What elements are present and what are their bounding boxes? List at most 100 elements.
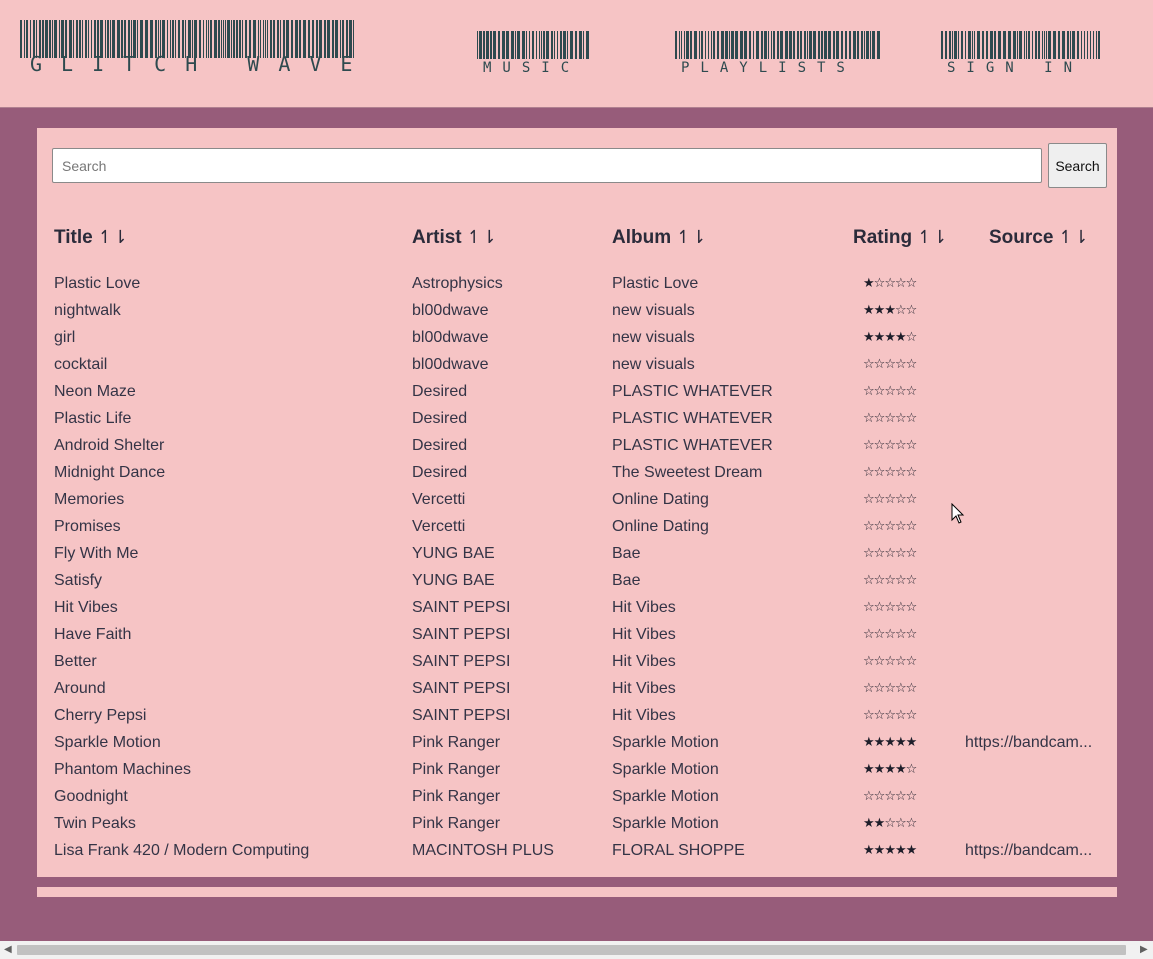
horizontal-scrollbar[interactable]: ◀ ▶: [0, 941, 1153, 959]
star-empty-icon[interactable]: ☆: [906, 762, 918, 777]
search-input[interactable]: [52, 148, 1042, 183]
star-filled-icon[interactable]: ★: [884, 735, 896, 750]
star-empty-icon[interactable]: ☆: [906, 600, 918, 615]
star-empty-icon[interactable]: ☆: [863, 357, 875, 372]
star-filled-icon[interactable]: ★: [874, 735, 886, 750]
star-filled-icon[interactable]: ★: [863, 843, 875, 858]
star-rating[interactable]: ☆☆☆☆☆: [863, 465, 933, 480]
star-empty-icon[interactable]: ☆: [895, 681, 907, 696]
star-filled-icon[interactable]: ★: [863, 330, 875, 345]
star-empty-icon[interactable]: ☆: [895, 708, 907, 723]
star-empty-icon[interactable]: ☆: [863, 681, 875, 696]
table-row[interactable]: Around SAINT PEPSI Hit Vibes ☆☆☆☆☆: [37, 677, 1117, 704]
table-row[interactable]: Android Shelter Desired PLASTIC WHATEVER ☆☆…: [37, 434, 1117, 461]
star-filled-icon[interactable]: ★: [874, 843, 886, 858]
star-rating[interactable]: ★★★★★: [863, 843, 933, 858]
star-empty-icon[interactable]: ☆: [884, 708, 896, 723]
star-empty-icon[interactable]: ☆: [895, 492, 907, 507]
star-empty-icon[interactable]: ☆: [863, 411, 875, 426]
star-rating[interactable]: ☆☆☆☆☆: [863, 546, 933, 561]
star-empty-icon[interactable]: ☆: [874, 627, 886, 642]
star-rating[interactable]: ☆☆☆☆☆: [863, 627, 933, 642]
song-source-link[interactable]: https://bandcam...: [965, 842, 1095, 860]
star-empty-icon[interactable]: ☆: [884, 384, 896, 399]
sort-arrows-icon[interactable]: ↿⇂: [676, 227, 706, 247]
star-empty-icon[interactable]: ☆: [863, 546, 875, 561]
star-rating[interactable]: ☆☆☆☆☆: [863, 600, 933, 615]
table-row[interactable]: nightwalk bl00dwave new visuals ★★★☆☆: [37, 299, 1117, 326]
star-empty-icon[interactable]: ☆: [874, 384, 886, 399]
star-empty-icon[interactable]: ☆: [895, 303, 907, 318]
star-empty-icon[interactable]: ☆: [895, 465, 907, 480]
column-header-album[interactable]: Album ↿⇂: [612, 227, 706, 249]
table-row[interactable]: Lisa Frank 420 / Modern Computing MACINTO…: [37, 839, 1117, 866]
star-empty-icon[interactable]: ☆: [895, 600, 907, 615]
star-empty-icon[interactable]: ☆: [906, 546, 918, 561]
star-empty-icon[interactable]: ☆: [884, 519, 896, 534]
star-empty-icon[interactable]: ☆: [895, 384, 907, 399]
star-empty-icon[interactable]: ☆: [884, 438, 896, 453]
star-empty-icon[interactable]: ☆: [884, 627, 896, 642]
star-empty-icon[interactable]: ☆: [863, 492, 875, 507]
star-empty-icon[interactable]: ☆: [895, 519, 907, 534]
star-rating[interactable]: ☆☆☆☆☆: [863, 708, 933, 723]
star-empty-icon[interactable]: ☆: [863, 708, 875, 723]
star-empty-icon[interactable]: ☆: [884, 816, 896, 831]
star-empty-icon[interactable]: ☆: [895, 357, 907, 372]
star-filled-icon[interactable]: ★: [884, 843, 896, 858]
star-rating[interactable]: ★★★★☆: [863, 762, 933, 777]
scroll-right-arrow-icon[interactable]: ▶: [1140, 944, 1148, 956]
star-empty-icon[interactable]: ☆: [895, 627, 907, 642]
table-row[interactable]: Goodnight Pink Ranger Sparkle Motion ☆☆☆☆☆: [37, 785, 1117, 812]
star-empty-icon[interactable]: ☆: [874, 654, 886, 669]
star-rating[interactable]: ☆☆☆☆☆: [863, 681, 933, 696]
star-filled-icon[interactable]: ★: [863, 735, 875, 750]
site-logo[interactable]: GLITCH WAVE: [20, 20, 356, 76]
star-empty-icon[interactable]: ☆: [863, 627, 875, 642]
star-empty-icon[interactable]: ☆: [874, 438, 886, 453]
star-rating[interactable]: ★★★★★: [863, 735, 933, 750]
star-empty-icon[interactable]: ☆: [884, 357, 896, 372]
star-empty-icon[interactable]: ☆: [906, 789, 918, 804]
table-row[interactable]: girl bl00dwave new visuals ★★★★☆: [37, 326, 1117, 353]
star-empty-icon[interactable]: ☆: [906, 816, 918, 831]
star-empty-icon[interactable]: ☆: [884, 492, 896, 507]
star-filled-icon[interactable]: ★: [884, 762, 896, 777]
star-empty-icon[interactable]: ☆: [874, 573, 886, 588]
sort-arrows-icon[interactable]: ↿⇂: [98, 227, 128, 247]
star-filled-icon[interactable]: ★: [863, 276, 875, 291]
star-empty-icon[interactable]: ☆: [884, 654, 896, 669]
star-filled-icon[interactable]: ★: [874, 330, 886, 345]
column-header-title[interactable]: Title ↿⇂: [54, 227, 128, 249]
star-empty-icon[interactable]: ☆: [895, 816, 907, 831]
star-empty-icon[interactable]: ☆: [906, 681, 918, 696]
star-empty-icon[interactable]: ☆: [863, 573, 875, 588]
star-empty-icon[interactable]: ☆: [874, 411, 886, 426]
star-rating[interactable]: ☆☆☆☆☆: [863, 654, 933, 669]
star-empty-icon[interactable]: ☆: [863, 654, 875, 669]
table-row[interactable]: Have Faith SAINT PEPSI Hit Vibes ☆☆☆☆☆: [37, 623, 1117, 650]
star-empty-icon[interactable]: ☆: [895, 546, 907, 561]
table-row[interactable]: Plastic Life Desired PLASTIC WHATEVER ☆☆☆☆☆: [37, 407, 1117, 434]
nav-playlists-link[interactable]: PLAYLISTS: [675, 31, 880, 76]
song-source-link[interactable]: https://bandcam...: [965, 734, 1095, 752]
star-empty-icon[interactable]: ☆: [906, 519, 918, 534]
table-row[interactable]: cocktail bl00dwave new visuals ☆☆☆☆☆: [37, 353, 1117, 380]
table-row[interactable]: Plastic Love Astrophysics Plastic Love ★☆☆☆…: [37, 272, 1117, 299]
star-empty-icon[interactable]: ☆: [884, 465, 896, 480]
star-rating[interactable]: ☆☆☆☆☆: [863, 411, 933, 426]
star-empty-icon[interactable]: ☆: [884, 546, 896, 561]
star-empty-icon[interactable]: ☆: [874, 789, 886, 804]
star-filled-icon[interactable]: ★: [863, 816, 875, 831]
table-row[interactable]: Twin Peaks Pink Ranger Sparkle Motion ★★☆☆☆: [37, 812, 1117, 839]
scrollbar-thumb[interactable]: [17, 945, 1126, 955]
star-empty-icon[interactable]: ☆: [895, 438, 907, 453]
star-empty-icon[interactable]: ☆: [874, 546, 886, 561]
star-rating[interactable]: ☆☆☆☆☆: [863, 384, 933, 399]
star-empty-icon[interactable]: ☆: [874, 681, 886, 696]
sort-arrows-icon[interactable]: ↿⇂: [917, 227, 947, 247]
star-empty-icon[interactable]: ☆: [906, 357, 918, 372]
star-empty-icon[interactable]: ☆: [874, 357, 886, 372]
star-empty-icon[interactable]: ☆: [895, 573, 907, 588]
column-header-artist[interactable]: Artist ↿⇂: [412, 227, 497, 249]
